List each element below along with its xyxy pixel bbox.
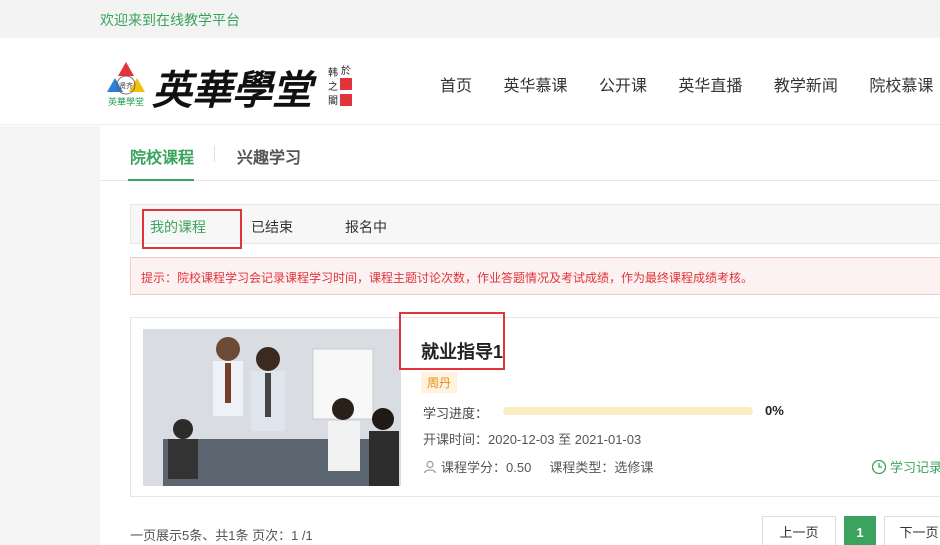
svg-text:英華學堂: 英華學堂 (108, 96, 144, 108)
logo-graphic: 贤齐 英華學堂 英華學堂 韩 於 之 閣 (107, 62, 352, 114)
course-time: 开课时间：2020-12-03 至 2021-01-03 (423, 432, 642, 447)
svg-text:贤齐: 贤齐 (119, 81, 133, 90)
progress-value: 0% (765, 403, 784, 418)
svg-text:英華學堂: 英華學堂 (152, 67, 317, 114)
pagination-info: 一页展示5条、共1条 页次：1 /1 (130, 528, 313, 543)
svg-text:閣: 閣 (328, 95, 338, 107)
svg-text:於: 於 (341, 64, 351, 77)
nav-item-home[interactable]: 首页 (440, 72, 472, 96)
welcome-text: 欢迎来到在线教学平台 (100, 12, 240, 28)
page-1-button[interactable]: 1 (844, 516, 876, 545)
nav-item-yinghua-mooc[interactable]: 英华慕课 (503, 72, 567, 96)
left-gutter (0, 126, 100, 545)
highlight-box (142, 209, 242, 249)
teacher-badge: 周丹 (421, 372, 458, 393)
nav-item-school-mooc[interactable]: 院校慕课 (869, 72, 933, 96)
top-bar: 欢迎来到在线教学平台 (0, 0, 940, 38)
study-record-link[interactable]: 学习记录 (871, 457, 940, 476)
tab-enrolling[interactable]: 报名中 (345, 217, 387, 237)
course-photo (143, 329, 401, 486)
site-header: 贤齐 英華學堂 英華學堂 韩 於 之 閣 首页 英华慕课 公开课 英华直播 教学… (0, 38, 940, 125)
clock-icon (871, 459, 887, 475)
main-nav: 首页 英华慕课 公开课 英华直播 教学新闻 院校慕课 (440, 72, 940, 96)
course-title[interactable]: 就业指导1 (421, 338, 503, 364)
tab-interest-learning[interactable]: 兴趣学习 (237, 144, 301, 168)
course-thumbnail[interactable] (143, 329, 401, 486)
main-tabs: 院校课程 兴趣学习 (100, 126, 940, 181)
course-type: 课程类型：选修课 (549, 460, 654, 475)
tab-ended[interactable]: 已结束 (251, 217, 293, 237)
progress-bar (503, 407, 753, 415)
course-credit: 课程学分：0.50 (441, 460, 532, 475)
course-card[interactable]: 就业指导1 周丹 学习进度： 0% 开课时间：2020-12-03 至 2021… (130, 312, 940, 497)
tip-banner: 提示：院校课程学习会记录课程学习时间，课程主题讨论次数，作业答题情况及考试成绩，… (130, 257, 940, 295)
nav-item-open-course[interactable]: 公开课 (599, 72, 647, 96)
course-status-tabs: 我的课程 已结束 报名中 (130, 204, 940, 249)
user-icon (423, 460, 437, 474)
course-meta: 课程学分：0.50 课程类型：选修课 (423, 457, 653, 476)
nav-item-live[interactable]: 英华直播 (678, 72, 742, 96)
site-logo[interactable]: 贤齐 英華學堂 英華學堂 韩 於 之 閣 (106, 54, 366, 118)
tab-divider (214, 146, 215, 162)
tab-school-courses[interactable]: 院校课程 (127, 144, 195, 181)
progress-label: 学习进度： (423, 406, 489, 421)
svg-text:之: 之 (328, 80, 338, 93)
tab-my-courses[interactable]: 我的课程 (142, 209, 242, 249)
svg-text:韩: 韩 (328, 66, 338, 79)
nav-item-news[interactable]: 教学新闻 (774, 72, 838, 96)
next-page-button[interactable]: 下一页 (884, 516, 940, 545)
prev-page-button[interactable]: 上一页 (762, 516, 836, 545)
study-record-label: 学习记录 (890, 460, 940, 475)
